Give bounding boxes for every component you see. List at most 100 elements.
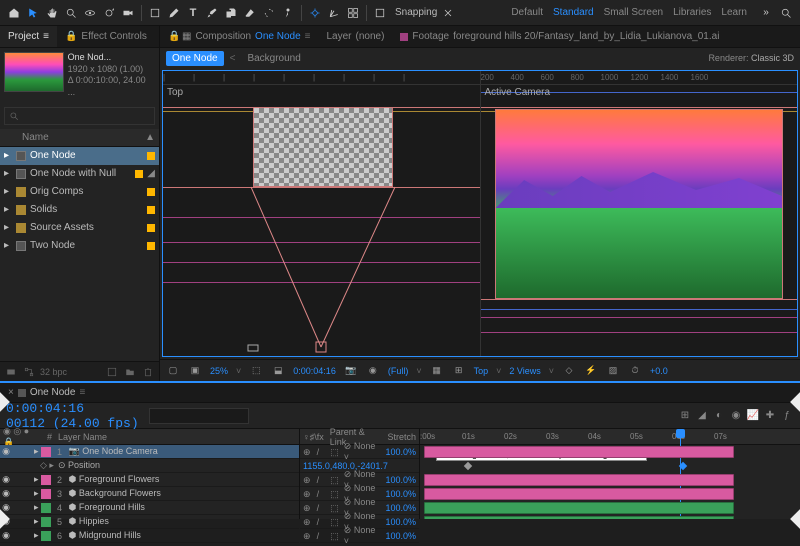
new-comp-icon[interactable] xyxy=(105,365,119,379)
channels-icon[interactable]: ◉ xyxy=(366,364,380,378)
delete-icon[interactable] xyxy=(141,365,155,379)
search-help-icon[interactable] xyxy=(778,5,794,21)
zoom-dropdown[interactable]: 25% xyxy=(210,366,228,376)
viewport-active-camera[interactable]: 2004006008001000120014001600 Active Came… xyxy=(481,71,798,356)
project-search-input[interactable] xyxy=(4,107,155,125)
roto-tool-icon[interactable] xyxy=(261,5,277,21)
rotate-tool-icon[interactable] xyxy=(101,5,117,21)
brush-tool-icon[interactable] xyxy=(204,5,220,21)
layer-bar[interactable] xyxy=(424,502,734,514)
subtab-background[interactable]: Background xyxy=(241,51,306,66)
workspace-standard[interactable]: Standard xyxy=(553,7,594,18)
brainstorm-icon[interactable]: ✚ xyxy=(763,409,777,423)
fast-previews-icon[interactable]: ⚡ xyxy=(584,364,598,378)
selection-tool-icon[interactable] xyxy=(25,5,41,21)
region-icon[interactable]: ⬓ xyxy=(271,364,285,378)
mask-toggle-icon[interactable]: ▢ xyxy=(166,364,180,378)
comp-tab-footage[interactable]: Footage foreground hills 20/Fantasy_land… xyxy=(392,26,727,47)
grid-tool-icon[interactable] xyxy=(345,5,361,21)
workspace-learn[interactable]: Learn xyxy=(721,7,747,18)
eraser-tool-icon[interactable] xyxy=(242,5,258,21)
label-column-icon[interactable]: ▲ xyxy=(145,132,155,143)
snapshot-icon[interactable]: 📷 xyxy=(344,364,358,378)
layer-bar[interactable] xyxy=(424,446,734,458)
visibility-icon: ◉ xyxy=(0,474,12,485)
puppet-tool-icon[interactable] xyxy=(280,5,296,21)
layer-bar[interactable] xyxy=(424,488,734,500)
grid-icon[interactable]: ▦ xyxy=(430,364,444,378)
interpret-footage-icon[interactable] xyxy=(4,365,18,379)
resolution-dropdown[interactable]: (Full) xyxy=(388,366,409,376)
motion-blur-icon[interactable]: ◉ xyxy=(729,409,743,423)
zoom-tool-icon[interactable] xyxy=(63,5,79,21)
overflow-icon[interactable]: » xyxy=(758,5,774,21)
bpc-toggle[interactable]: 32 bpc xyxy=(40,367,67,377)
viewport-top[interactable]: ||||||||| Top xyxy=(163,71,481,356)
subtab-one-node[interactable]: One Node xyxy=(166,51,224,66)
draft-icon[interactable]: ◐ xyxy=(712,409,726,423)
layer-row[interactable]: ◉▸4⬢ Foreground Hills xyxy=(0,501,299,515)
shape-tool-icon[interactable] xyxy=(147,5,163,21)
workspace-libraries[interactable]: Libraries xyxy=(673,7,711,18)
project-item[interactable]: ▸One Node with Null◢ xyxy=(0,165,159,183)
orbit-tool-icon[interactable] xyxy=(82,5,98,21)
views-layout[interactable]: 2 Views xyxy=(509,366,540,376)
pen-tool-icon[interactable] xyxy=(166,5,182,21)
snap-toggle-icon[interactable] xyxy=(372,5,388,21)
guides-icon[interactable]: ⊞ xyxy=(452,364,466,378)
snap-options-icon[interactable] xyxy=(440,5,456,21)
exposure-value[interactable]: +0.0 xyxy=(650,366,668,376)
flowchart-icon[interactable] xyxy=(22,365,36,379)
timeline-icon[interactable]: ⏱ xyxy=(628,364,642,378)
graph-editor-icon[interactable]: 📈 xyxy=(746,409,760,423)
project-item[interactable]: ▸Two Node xyxy=(0,237,159,255)
property-row[interactable]: ◇ ▸⊙ Position xyxy=(0,459,299,473)
layer-switches: ♀♯\fxParent & LinkStretch ⊕/⬚⊘ None ˅100… xyxy=(300,429,420,519)
new-folder-icon[interactable] xyxy=(123,365,137,379)
renderer-selector[interactable]: Classic 3D xyxy=(751,53,794,63)
transparent-icon[interactable]: ▨ xyxy=(606,364,620,378)
axis-tool-icon[interactable] xyxy=(326,5,342,21)
layer-row[interactable]: ◉▸6⬢ Midground Hills xyxy=(0,529,299,543)
flowchart-icon[interactable]: ▦ xyxy=(182,31,191,42)
layer-switches-row[interactable]: ⊕/⬚⊘ None ˅100.0% xyxy=(300,445,419,459)
view-select[interactable]: Top xyxy=(474,366,489,376)
layer-row[interactable]: ◉▸1📷 One Node Camera xyxy=(0,445,299,459)
project-item[interactable]: ▸Source Assets xyxy=(0,219,159,237)
clone-tool-icon[interactable] xyxy=(223,5,239,21)
text-tool-icon[interactable]: T xyxy=(185,5,201,21)
tab-project[interactable]: Project≡ xyxy=(0,26,57,47)
workspace-small[interactable]: Small Screen xyxy=(604,7,663,18)
comp-thumbnail[interactable] xyxy=(4,52,64,92)
timeline-tab[interactable]: × One Node ≡ xyxy=(0,387,93,398)
comp-tab-composition[interactable]: 🔒 ▦ Composition One Node ≡ xyxy=(160,26,318,47)
expressions-icon[interactable]: ƒ xyxy=(780,409,794,423)
project-item[interactable]: ▸Solids xyxy=(0,201,159,219)
comp-tab-layer[interactable]: Layer (none) xyxy=(318,26,392,47)
layer-row[interactable]: ◉▸3⬢ Background Flowers xyxy=(0,487,299,501)
current-timecode[interactable]: 0:00:04:16 xyxy=(6,401,139,416)
layer-row[interactable]: ◉▸2⬢ Foreground Flowers xyxy=(0,473,299,487)
project-item[interactable]: ▸Orig Comps xyxy=(0,183,159,201)
shy-toggle-icon[interactable]: ◢ xyxy=(695,409,709,423)
tab-effect-controls[interactable]: 🔒Effect Controls xyxy=(57,26,155,47)
hand-tool-icon[interactable] xyxy=(44,5,60,21)
keyframe-icon[interactable] xyxy=(464,462,472,470)
layer-row[interactable]: ◉▸5⬢ Hippies xyxy=(0,515,299,529)
comp-flowchart-icon[interactable]: ⊞ xyxy=(678,409,692,423)
camera-tool-icon[interactable] xyxy=(120,5,136,21)
layer-switches-row[interactable]: ⊕/⬚⊘ None ˅100.0% xyxy=(300,529,419,543)
draft3d-icon[interactable]: ◇ xyxy=(562,364,576,378)
alpha-toggle-icon[interactable]: ▣ xyxy=(188,364,202,378)
layer-bar[interactable] xyxy=(424,474,734,486)
workspace-default[interactable]: Default xyxy=(511,7,543,18)
timeline-search-input[interactable] xyxy=(149,408,249,424)
timeline-tracks[interactable]: :00s01s02s03s04s05s06s07s With single no… xyxy=(420,429,800,519)
panel-menu-icon[interactable]: ≡ xyxy=(43,31,49,42)
home-icon[interactable] xyxy=(6,5,22,21)
res-full-icon[interactable]: ⬚ xyxy=(249,364,263,378)
project-item[interactable]: ▸One Node xyxy=(0,147,159,165)
comp-dimensions: 1920 x 1080 (1.00) xyxy=(68,64,155,76)
current-time[interactable]: 0:00:04:16 xyxy=(293,366,336,376)
anchor-tool-icon[interactable] xyxy=(307,5,323,21)
